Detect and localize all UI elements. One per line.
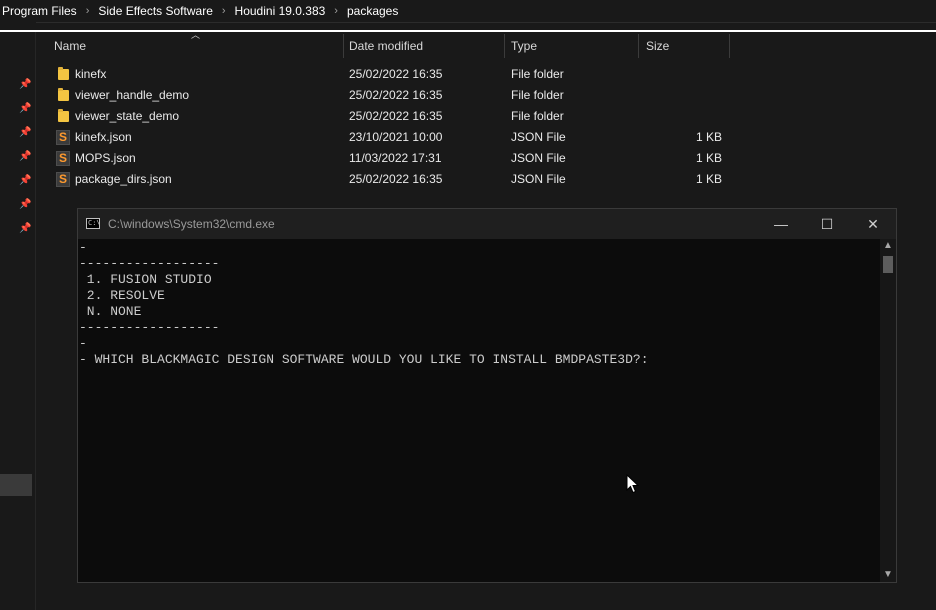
file-row[interactable]: viewer_state_demo 25/02/2022 16:35 File … [48, 106, 748, 127]
file-date: 25/02/2022 16:35 [349, 67, 443, 81]
file-row[interactable]: viewer_handle_demo 25/02/2022 16:35 File… [48, 85, 748, 106]
console-output[interactable]: - ------------------ 1. FUSION STUDIO 2.… [78, 239, 880, 582]
chevron-right-icon: › [85, 5, 90, 17]
file-name: MOPS.json [75, 151, 136, 165]
file-type: JSON File [511, 172, 566, 186]
file-date: 11/03/2022 17:31 [349, 151, 442, 165]
pin-icon: 📌 [19, 199, 32, 210]
file-date: 25/02/2022 16:35 [349, 109, 443, 123]
scroll-thumb[interactable] [883, 256, 893, 273]
folder-icon [58, 88, 69, 101]
breadcrumb-item-houdini[interactable]: Houdini 19.0.383 [232, 4, 329, 18]
vertical-scrollbar[interactable]: ▲ ▼ [880, 239, 896, 582]
cmd-title-bar[interactable]: C:\ C:\windows\System32\cmd.exe — ☐ ✕ [78, 209, 896, 239]
console-line: ------------------ [79, 320, 220, 335]
file-name: kinefx [75, 67, 107, 81]
folder-icon [58, 109, 69, 122]
file-row[interactable]: S package_dirs.json 25/02/2022 16:35 JSO… [48, 169, 748, 190]
console-line: - [79, 336, 87, 351]
cmd-window[interactable]: C:\ C:\windows\System32\cmd.exe — ☐ ✕ - … [77, 208, 897, 583]
column-name[interactable]: Name [48, 34, 344, 58]
console-line: N. NONE [79, 304, 142, 319]
column-date-modified[interactable]: Date modified [343, 34, 505, 58]
breadcrumb-item-packages[interactable]: packages [344, 4, 401, 18]
column-size[interactable]: Size [640, 34, 732, 58]
file-row[interactable]: S kinefx.json 23/10/2021 10:00 JSON File… [48, 127, 748, 148]
chevron-right-icon: › [221, 5, 226, 17]
divider [0, 30, 936, 32]
console-line: ------------------ [79, 256, 220, 271]
cmd-icon: C:\ [86, 218, 101, 229]
file-size: 1 KB [695, 172, 722, 186]
file-type: JSON File [511, 130, 566, 144]
pin-icon: 📌 [19, 151, 32, 162]
maximize-button[interactable]: ☐ [804, 209, 850, 239]
column-header: ︿ Name Date modified Type Size [36, 30, 936, 58]
file-name: kinefx.json [75, 130, 132, 144]
mouse-cursor-icon [626, 474, 640, 494]
chevron-right-icon: › [334, 5, 338, 17]
navigation-pane[interactable]: 📌 📌 📌 📌 📌 📌 📌 [0, 32, 36, 610]
file-date: 25/02/2022 16:35 [349, 88, 443, 102]
file-size: 1 KB [695, 151, 722, 165]
file-date: 23/10/2021 10:00 [349, 130, 443, 144]
divider [36, 22, 936, 23]
file-row[interactable]: S MOPS.json 11/03/2022 17:31 JSON File 1… [48, 148, 748, 169]
console-line: 1. FUSION STUDIO [79, 272, 212, 287]
file-type: File folder [511, 109, 564, 123]
file-type: File folder [511, 88, 564, 102]
file-name: viewer_state_demo [75, 109, 180, 123]
pin-icon: 📌 [19, 175, 32, 186]
minimize-button[interactable]: — [758, 209, 804, 239]
console-prompt: - WHICH BLACKMAGIC DESIGN SOFTWARE WOULD… [79, 352, 649, 367]
close-button[interactable]: ✕ [850, 209, 896, 239]
nav-selected-item[interactable] [0, 474, 32, 496]
json-file-icon: S [56, 130, 70, 145]
file-name: package_dirs.json [75, 172, 172, 186]
pin-icon: 📌 [19, 223, 32, 234]
file-type: File folder [511, 67, 564, 81]
breadcrumb-item-program-files[interactable]: Program Files [0, 4, 80, 18]
pin-icon: 📌 [19, 127, 32, 138]
file-date: 25/02/2022 16:35 [349, 172, 443, 186]
console-line: 2. RESOLVE [79, 288, 165, 303]
pin-icon: 📌 [19, 79, 32, 90]
column-type[interactable]: Type [505, 34, 639, 58]
breadcrumb-item-side-effects[interactable]: Side Effects Software [95, 4, 216, 18]
file-row[interactable]: kinefx 25/02/2022 16:35 File folder [48, 64, 748, 85]
cmd-title: C:\windows\System32\cmd.exe [108, 217, 275, 231]
column-divider[interactable] [638, 34, 639, 58]
console-line: - [79, 240, 87, 255]
scroll-down-icon[interactable]: ▼ [880, 568, 896, 582]
breadcrumb: Program Files › Side Effects Software › … [0, 0, 936, 22]
file-type: JSON File [511, 151, 566, 165]
file-name: viewer_handle_demo [75, 88, 190, 102]
file-size: 1 KB [695, 130, 722, 144]
json-file-icon: S [56, 172, 70, 187]
pin-icon: 📌 [19, 103, 32, 114]
json-file-icon: S [56, 151, 70, 166]
scroll-up-icon[interactable]: ▲ [880, 239, 896, 253]
folder-icon [58, 67, 69, 80]
column-divider[interactable] [729, 34, 730, 58]
